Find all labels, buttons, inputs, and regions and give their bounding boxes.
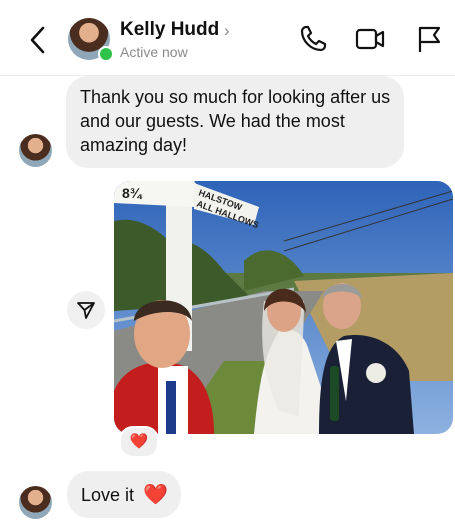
send-icon xyxy=(77,302,95,319)
contact-status: Active now xyxy=(120,44,188,60)
share-button[interactable] xyxy=(67,291,105,329)
sign-number: 8¾ xyxy=(122,185,143,201)
online-status-dot xyxy=(98,46,114,62)
message-bubble[interactable]: Love it ❤️ xyxy=(67,471,181,518)
phone-icon xyxy=(300,25,327,52)
call-button[interactable] xyxy=(298,24,328,54)
heart-reaction-icon: ❤️ xyxy=(129,433,149,450)
message-text: Love it xyxy=(81,485,135,505)
contact-avatar-small[interactable] xyxy=(19,486,52,519)
chevron-right-icon[interactable]: › xyxy=(224,21,230,41)
heart-emoji-icon: ❤️ xyxy=(143,484,168,506)
report-button[interactable] xyxy=(414,24,444,54)
video-camera-icon xyxy=(355,28,385,50)
reaction-badge[interactable]: ❤️ xyxy=(119,426,159,458)
flag-icon xyxy=(418,26,441,52)
message-bubble[interactable]: Thank you so much for looking after us a… xyxy=(66,76,404,168)
back-arrow-icon xyxy=(30,26,45,54)
video-call-button[interactable] xyxy=(354,24,385,54)
photo-message[interactable]: 8¾ HALSTOW ALL HALLOWS xyxy=(114,181,453,434)
chat-header: Kelly Hudd › Active now xyxy=(0,0,455,76)
message-text: Thank you so much for looking after us a… xyxy=(80,87,391,155)
back-button[interactable] xyxy=(26,24,50,56)
contact-avatar-small[interactable] xyxy=(19,134,52,167)
contact-name[interactable]: Kelly Hudd xyxy=(120,19,219,41)
wedding-photo: 8¾ HALSTOW ALL HALLOWS xyxy=(114,181,453,434)
